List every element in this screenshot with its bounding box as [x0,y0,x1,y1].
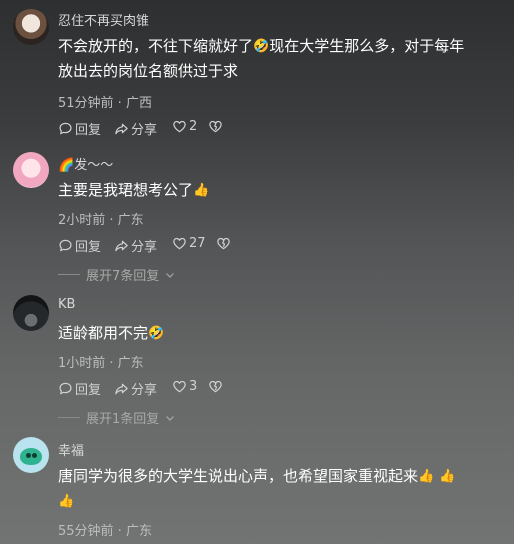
share-label: 分享 [131,383,158,398]
share-button[interactable]: 分享 [114,236,157,255]
expand-replies-button[interactable]: 展开1条回复 [58,408,175,427]
expand-replies-label: 展开7条回复 [86,269,160,284]
broken-heart-icon [209,380,222,393]
comment-meta: 2小时前 · 广东 [58,213,144,228]
reply-button[interactable]: 回复 [58,119,101,138]
avatar-eye-shape [32,453,37,458]
like-button[interactable]: 3 [172,379,197,394]
comment-text: 唐同学为很多的大学生说出心声，也希望国家重视起来👍 👍 👍 [58,464,498,514]
comment-text: 主要是我珺想考公了👍 [58,178,498,203]
like-button[interactable]: 27 [172,236,206,251]
chevron-down-icon [166,272,175,278]
comment-text-part: 适龄都用不完 [58,324,149,342]
avatar-blob-shape [20,448,42,465]
share-label: 分享 [131,123,158,138]
comment-meta: 51分钟前 · 广西 [58,96,152,111]
divider-line [58,417,80,418]
comment-text-part: 不会放开的，不往下缩就好了 [58,37,254,55]
thumbs-up-emoji-icon: 👍 [193,183,210,198]
chevron-down-icon [166,415,175,421]
thumbs-up-emoji-icon: 👍 [438,469,456,484]
like-button[interactable]: 2 [172,119,197,134]
share-arrow-icon [115,383,128,395]
dislike-button[interactable] [216,236,231,251]
like-count: 27 [189,236,206,251]
avatar[interactable] [13,9,49,45]
username[interactable]: 🌈发～～ [58,154,113,173]
comment-text-part: 唐同学为很多的大学生说出心声，也希望国家重视起来 [58,467,419,485]
reply-label: 回复 [75,383,102,398]
reply-label: 回复 [75,123,102,138]
avatar[interactable] [13,295,49,331]
reply-button[interactable]: 回复 [58,236,101,255]
comment-text-part: 现在大学生那么多，对于每年 [269,37,465,55]
username[interactable]: KB [58,297,75,312]
username[interactable]: 忍住不再买肉锥 [58,10,149,29]
broken-heart-icon [209,120,222,133]
dislike-button[interactable] [208,119,223,134]
thumbs-up-emoji-icon: 👍 [418,469,435,484]
divider-line [58,274,80,275]
username-text: 发～～ [74,158,114,173]
like-count: 2 [189,119,198,134]
comment-text: 不会放开的，不往下缩就好了🤣现在大学生那么多，对于每年 放出去的岗位名额供过于求 [58,34,508,84]
like-count: 3 [189,379,198,394]
share-arrow-icon [115,123,128,135]
heart-icon [173,237,186,250]
username[interactable]: 幸福 [58,440,84,459]
comment-meta: 1小时前 · 广东 [58,356,144,371]
comment-text-part: 主要是我珺想考公了 [58,181,194,199]
reply-bubble-icon [59,239,72,252]
laughing-emoji-icon: 🤣 [253,39,270,54]
rainbow-emoji-icon: 🌈 [58,158,75,173]
avatar-eye-shape [26,453,31,458]
comment-meta: 55分钟前 · 广东 [58,524,152,539]
expand-replies-label: 展开1条回复 [86,412,160,427]
laughing-emoji-icon: 🤣 [148,326,165,341]
avatar[interactable] [13,437,49,473]
expand-replies-button[interactable]: 展开7条回复 [58,265,175,284]
heart-icon [173,120,186,133]
dislike-button[interactable] [208,379,223,394]
broken-heart-icon [217,237,230,250]
share-arrow-icon [115,240,128,252]
reply-bubble-icon [59,122,72,135]
thumbs-up-emoji-icon: 👍 [58,494,75,509]
comment-text-part: 放出去的岗位名额供过于求 [58,62,239,80]
heart-icon [173,380,186,393]
reply-label: 回复 [75,240,102,255]
reply-button[interactable]: 回复 [58,379,101,398]
share-button[interactable]: 分享 [114,379,157,398]
avatar[interactable] [13,152,49,188]
reply-bubble-icon [59,382,72,395]
share-button[interactable]: 分享 [114,119,157,138]
comment-text: 适龄都用不完🤣 [58,321,498,346]
share-label: 分享 [131,240,158,255]
